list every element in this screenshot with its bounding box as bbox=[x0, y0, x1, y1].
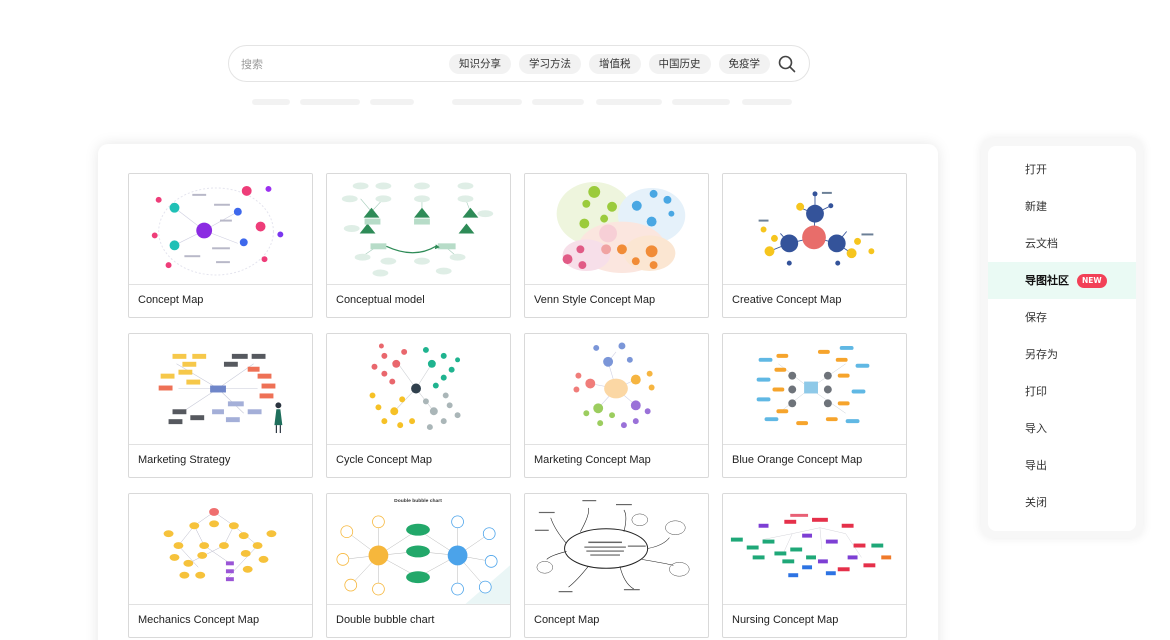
search-bar[interactable]: 搜索 知识分享 学习方法 增值税 中国历史 免疫学 bbox=[228, 45, 810, 82]
search-placeholder[interactable]: 搜索 bbox=[241, 56, 263, 72]
menu-item-label: 关闭 bbox=[1025, 496, 1047, 509]
app-stage: 搜索 知识分享 学习方法 增值税 中国历史 免疫学 Concept Map Co… bbox=[0, 0, 1170, 640]
template-title: Marketing Strategy bbox=[138, 454, 231, 466]
template-thumbnail bbox=[723, 494, 906, 605]
template-thumbnail bbox=[525, 494, 708, 605]
template-title: Mechanics Concept Map bbox=[138, 614, 260, 626]
thumbnail-heading: Double bubble chart bbox=[394, 498, 442, 504]
menu-item-label: 导入 bbox=[1025, 422, 1047, 435]
template-thumbnail bbox=[129, 494, 312, 605]
template-thumbnail bbox=[129, 334, 312, 445]
template-title: Venn Style Concept Map bbox=[534, 294, 656, 306]
template-title: Concept Map bbox=[534, 614, 600, 626]
template-card[interactable]: Cycle Concept Map bbox=[326, 333, 511, 478]
search-icon[interactable] bbox=[778, 55, 796, 73]
menu-item-export[interactable]: 导出 bbox=[988, 447, 1136, 484]
template-card[interactable]: Concept Map bbox=[128, 173, 313, 318]
chip-immunology[interactable]: 免疫学 bbox=[718, 54, 770, 74]
template-thumbnail bbox=[327, 334, 510, 445]
menu-item-open[interactable]: 打开 bbox=[988, 151, 1136, 188]
template-card[interactable]: Double bubble chart Double bubble chart bbox=[326, 493, 511, 638]
template-title: Conceptual model bbox=[336, 294, 425, 306]
faded-subtitle-decoration bbox=[252, 99, 792, 105]
template-title: Marketing Concept Map bbox=[534, 454, 651, 466]
template-thumbnail bbox=[525, 174, 708, 285]
chip-learning-methods[interactable]: 学习方法 bbox=[519, 54, 581, 74]
template-card[interactable]: Blue Orange Concept Map bbox=[722, 333, 907, 478]
template-thumbnail bbox=[327, 174, 510, 285]
file-menu: 打开 新建 云文档 导图社区 NEW 保存 另存为 打印 导入 导出 关闭 bbox=[988, 146, 1136, 531]
template-thumbnail bbox=[525, 334, 708, 445]
menu-item-label: 新建 bbox=[1025, 200, 1047, 213]
template-thumbnail: Double bubble chart bbox=[327, 494, 510, 605]
menu-item-label: 打印 bbox=[1025, 385, 1047, 398]
template-card[interactable]: Venn Style Concept Map bbox=[524, 173, 709, 318]
chip-vat[interactable]: 增值税 bbox=[589, 54, 641, 74]
menu-item-label: 云文档 bbox=[1025, 237, 1058, 250]
search-chips: 知识分享 学习方法 增值税 中国历史 免疫学 bbox=[449, 54, 770, 74]
menu-item-new[interactable]: 新建 bbox=[988, 188, 1136, 225]
menu-item-cloud-docs[interactable]: 云文档 bbox=[988, 225, 1136, 262]
new-badge: NEW bbox=[1077, 274, 1107, 288]
template-title: Concept Map bbox=[138, 294, 204, 306]
menu-item-mindmap-community[interactable]: 导图社区 NEW bbox=[988, 262, 1136, 299]
template-gallery-panel: Concept Map Conceptual model Venn Style … bbox=[98, 144, 938, 640]
chip-knowledge-sharing[interactable]: 知识分享 bbox=[449, 54, 511, 74]
template-card[interactable]: Conceptual model bbox=[326, 173, 511, 318]
menu-item-label: 导出 bbox=[1025, 459, 1047, 472]
template-thumbnail bbox=[129, 174, 312, 285]
template-title: Double bubble chart bbox=[336, 614, 435, 626]
menu-item-print[interactable]: 打印 bbox=[988, 373, 1136, 410]
template-card[interactable]: Marketing Concept Map bbox=[524, 333, 709, 478]
menu-item-close[interactable]: 关闭 bbox=[988, 484, 1136, 521]
template-card[interactable]: Nursing Concept Map bbox=[722, 493, 907, 638]
template-title: Creative Concept Map bbox=[732, 294, 842, 306]
menu-item-label: 导图社区 bbox=[1025, 274, 1069, 287]
menu-item-label: 打开 bbox=[1025, 163, 1047, 176]
template-title: Blue Orange Concept Map bbox=[732, 454, 863, 466]
menu-item-save-as[interactable]: 另存为 bbox=[988, 336, 1136, 373]
template-card[interactable]: Creative Concept Map bbox=[722, 173, 907, 318]
template-title: Cycle Concept Map bbox=[336, 454, 432, 466]
menu-item-label: 另存为 bbox=[1025, 348, 1058, 361]
template-card[interactable]: Concept Map bbox=[524, 493, 709, 638]
template-title: Nursing Concept Map bbox=[732, 614, 839, 626]
menu-item-save[interactable]: 保存 bbox=[988, 299, 1136, 336]
template-thumbnail bbox=[723, 334, 906, 445]
template-card[interactable]: Mechanics Concept Map bbox=[128, 493, 313, 638]
menu-item-label: 保存 bbox=[1025, 311, 1047, 324]
template-thumbnail bbox=[723, 174, 906, 285]
template-card[interactable]: Marketing Strategy bbox=[128, 333, 313, 478]
chip-chinese-history[interactable]: 中国历史 bbox=[648, 54, 711, 74]
template-grid: Concept Map Conceptual model Venn Style … bbox=[128, 173, 907, 638]
menu-item-import[interactable]: 导入 bbox=[988, 410, 1136, 447]
